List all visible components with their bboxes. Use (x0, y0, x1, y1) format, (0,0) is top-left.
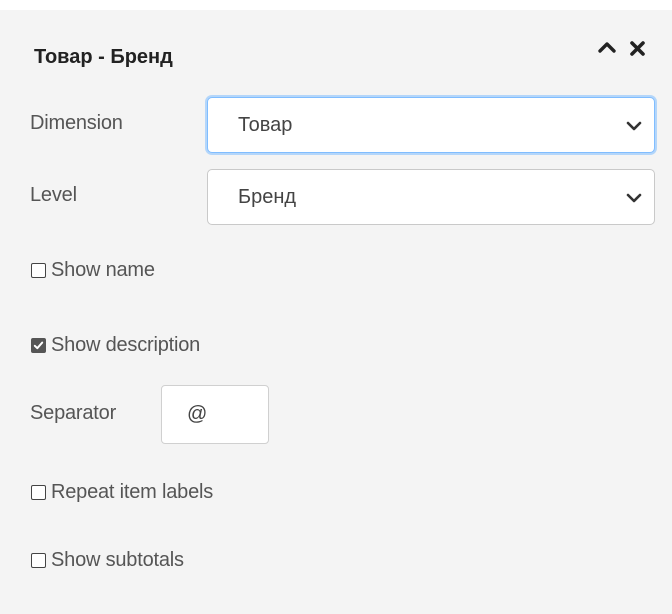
repeat-item-labels-label: Repeat item labels (51, 481, 214, 503)
separator-label: Separator (30, 402, 117, 424)
close-icon[interactable] (627, 38, 649, 60)
chevron-down-icon (626, 119, 642, 131)
dimension-value: Товар (238, 114, 293, 136)
repeat-item-labels-checkbox[interactable] (31, 485, 46, 500)
chevron-down-icon (626, 191, 642, 203)
top-strip (0, 0, 672, 10)
show-subtotals-label: Show subtotals (51, 549, 184, 571)
show-name-label: Show name (51, 259, 155, 281)
separator-input[interactable] (161, 385, 269, 444)
chevron-up-icon[interactable] (597, 38, 617, 58)
show-subtotals-checkbox[interactable] (31, 553, 46, 568)
dimension-select[interactable]: Товар (207, 97, 655, 153)
level-label: Level (30, 184, 77, 206)
dimension-label: Dimension (30, 112, 123, 134)
panel-title: Товар - Бренд (34, 46, 173, 68)
show-description-label: Show description (51, 334, 201, 356)
level-select[interactable]: Бренд (207, 169, 655, 225)
show-name-checkbox[interactable] (31, 263, 46, 278)
show-description-checkbox[interactable] (31, 338, 46, 353)
level-value: Бренд (238, 186, 297, 208)
